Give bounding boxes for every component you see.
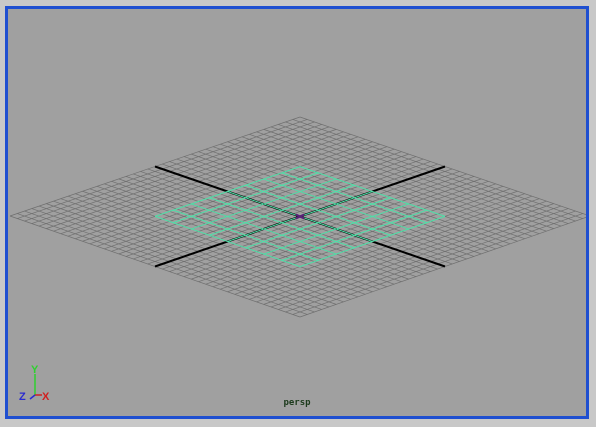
z-axis-label: Z [19, 391, 26, 403]
perspective-viewport[interactable]: Y Z X persp [5, 6, 589, 419]
scene-canvas[interactable] [8, 9, 586, 416]
z-axis-indicator [29, 394, 36, 400]
axis-orientation-gizmo: Y Z X [19, 364, 50, 403]
viewport-panel: Y Z X persp [0, 0, 596, 427]
y-axis-label: Y [31, 364, 39, 376]
x-axis-label: X [42, 391, 50, 403]
